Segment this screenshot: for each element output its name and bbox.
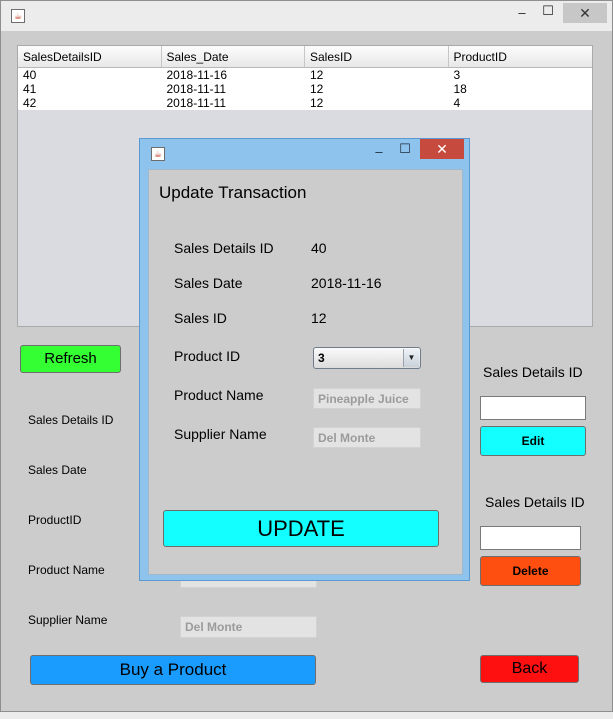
edit-button[interactable]: Edit (480, 426, 586, 456)
column-header-productid[interactable]: ProductID (449, 46, 593, 67)
dialog-supplier-name-field: Del Monte (313, 427, 421, 448)
java-app-icon: ☕ (11, 9, 25, 23)
main-title-bar: ☕ – ☐ ✕ (1, 1, 612, 31)
buy-product-button[interactable]: Buy a Product (30, 655, 316, 685)
table-cell: 41 (23, 82, 37, 96)
delete-sales-details-id-label: Sales Details ID (485, 494, 585, 510)
column-header-sales-date[interactable]: Sales_Date (162, 46, 305, 67)
table-cell: 40 (23, 68, 37, 82)
dialog-sales-details-id-label: Sales Details ID (174, 240, 274, 256)
sales-details-id-label: Sales Details ID (28, 413, 114, 427)
back-button[interactable]: Back (480, 655, 579, 683)
dialog-sales-details-id-value: 40 (311, 240, 327, 256)
update-transaction-dialog: ☕ – ☐ ✕ Update Transaction Sales Details… (139, 138, 470, 581)
dialog-minimize-button[interactable]: – (366, 143, 392, 163)
table-row[interactable]: 40 2018-11-16 12 3 (18, 68, 592, 82)
dialog-sales-date-label: Sales Date (174, 275, 243, 291)
product-name-label: Product Name (28, 563, 105, 577)
refresh-button[interactable]: Refresh (20, 345, 121, 373)
table-row[interactable]: 42 2018-11-11 12 4 (18, 96, 592, 110)
table-header: SalesDetailsID Sales_Date SalesID Produc… (18, 46, 592, 68)
dialog-sales-id-label: Sales ID (174, 310, 227, 326)
dialog-product-name-label: Product Name (174, 387, 264, 403)
dialog-sales-date-value: 2018-11-16 (311, 275, 382, 291)
table-cell: 2018-11-11 (166, 96, 227, 110)
dialog-close-button[interactable]: ✕ (420, 139, 464, 159)
product-id-label: ProductID (28, 513, 82, 527)
column-header-salesid[interactable]: SalesID (305, 46, 449, 67)
dialog-product-name-field: Pineapple Juice (313, 388, 421, 409)
close-button[interactable]: ✕ (563, 3, 607, 23)
supplier-name-field: Del Monte (180, 616, 317, 638)
table-cell: 42 (23, 96, 37, 110)
sales-date-label: Sales Date (28, 463, 87, 477)
dialog-product-id-label: Product ID (174, 348, 241, 364)
table-cell: 2018-11-16 (166, 68, 228, 82)
update-button[interactable]: UPDATE (163, 510, 439, 547)
table-cell: 12 (310, 96, 324, 110)
product-id-selected-value: 3 (318, 351, 325, 365)
dialog-content: Update Transaction Sales Details ID 40 S… (148, 169, 463, 575)
edit-sales-details-id-label: Sales Details ID (483, 364, 583, 380)
column-header-salesdetailsid[interactable]: SalesDetailsID (18, 46, 162, 67)
table-cell: 12 (310, 82, 324, 96)
table-cell: 3 (453, 68, 461, 82)
delete-button[interactable]: Delete (480, 556, 581, 586)
edit-sales-details-id-input[interactable] (480, 396, 586, 420)
java-app-icon: ☕ (151, 147, 165, 161)
chevron-down-icon[interactable]: ▼ (403, 349, 419, 367)
dialog-title-bar: ☕ – ☐ ✕ (140, 139, 469, 168)
dialog-supplier-name-label: Supplier Name (174, 426, 267, 442)
delete-sales-details-id-input[interactable] (480, 526, 581, 550)
table-cell: 4 (453, 96, 461, 110)
table-row[interactable]: 41 2018-11-11 12 18 (18, 82, 592, 96)
dialog-heading: Update Transaction (159, 183, 307, 202)
table-cell: 2018-11-11 (166, 82, 227, 96)
supplier-name-label: Supplier Name (28, 613, 108, 627)
maximize-button[interactable]: ☐ (535, 2, 561, 22)
table-cell: 12 (310, 68, 324, 82)
minimize-button[interactable]: – (509, 4, 535, 24)
dialog-maximize-button[interactable]: ☐ (392, 140, 418, 160)
table-cell: 18 (453, 82, 467, 96)
table-body: 40 2018-11-16 12 3 41 2018-11-11 12 18 4… (18, 68, 592, 110)
dialog-sales-id-value: 12 (311, 310, 327, 326)
product-id-dropdown[interactable]: 3 ▼ (313, 347, 421, 369)
